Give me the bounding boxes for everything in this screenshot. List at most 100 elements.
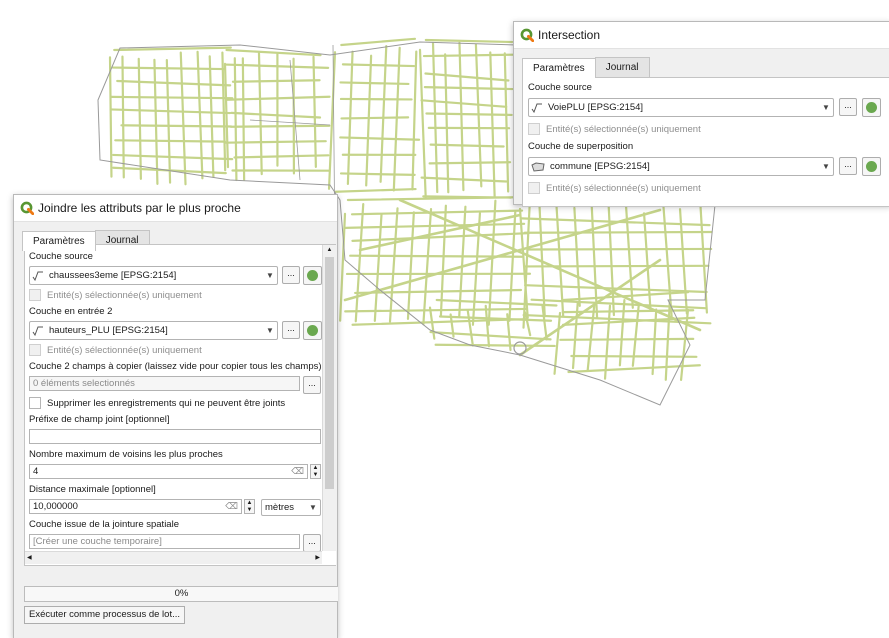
overlay-layer-value: commune [EPSG:2154] (547, 161, 819, 172)
selected-only-checkbox-2[interactable]: Entité(s) sélectionnée(s) uniquement (528, 182, 701, 194)
road-segment (345, 224, 524, 228)
neighbors-spinner[interactable]: ▲▼ (310, 464, 321, 479)
chevron-down-icon: ▼ (819, 162, 833, 171)
road-segment (459, 43, 463, 190)
prefix-input[interactable] (29, 429, 321, 444)
road-segment (115, 140, 225, 141)
road-segment (117, 81, 230, 85)
selected-only-checkbox-2[interactable]: Entité(s) sélectionnée(s) uniquement (29, 344, 202, 356)
source-browse-button[interactable]: ... (839, 98, 857, 116)
join-nearest-dialog: Joindre les attributs par le plus proche… (13, 194, 338, 638)
line-layer-icon (30, 271, 46, 281)
road-segment (341, 82, 409, 83)
road-segment (122, 57, 123, 178)
source-layer-combo[interactable]: chaussees3eme [EPSG:2154] ▼ (29, 266, 278, 285)
clear-icon[interactable]: ⌫ (291, 466, 304, 477)
road-segment (431, 332, 551, 339)
input2-browse-button[interactable]: ... (282, 321, 300, 339)
overlay-layer-combo[interactable]: commune [EPSG:2154] ▼ (528, 157, 834, 176)
batch-process-button[interactable]: Exécuter comme processus de lot... (24, 606, 185, 624)
source-layer-label: Couche source (29, 251, 93, 262)
road-segment (341, 173, 415, 174)
scroll-thumb[interactable] (325, 257, 334, 489)
road-segment (110, 57, 111, 176)
road-segment (352, 233, 528, 241)
road-segment (234, 155, 328, 157)
overlay-iterate-button[interactable] (862, 157, 881, 176)
road-segment (681, 310, 688, 380)
road-segment (381, 46, 387, 182)
avenue-segment (360, 215, 520, 250)
output-placeholder: [Créer une couche temporaire] (33, 536, 162, 547)
tab-journal[interactable]: Journal (595, 57, 650, 77)
road-segment (529, 249, 711, 250)
road-segment (425, 74, 508, 81)
overlay-browse-button[interactable]: ... (839, 157, 857, 175)
selected-only-checkbox-1[interactable]: Entité(s) sélectionnée(s) uniquement (29, 289, 202, 301)
distance-value: 10,000000 (33, 501, 78, 512)
horizontal-scrollbar[interactable]: ◀ ▶ (25, 551, 322, 564)
tab-parametres[interactable]: Paramètres (22, 231, 96, 251)
qgis-logo-icon (520, 28, 534, 42)
overlay-layer-label: Couche de superposition (528, 141, 633, 152)
chevron-down-icon: ▼ (263, 271, 277, 280)
road-segment (666, 302, 670, 380)
road-segment (314, 57, 316, 167)
road-segment (420, 50, 426, 198)
neighbors-value: 4 (33, 466, 38, 477)
refresh-icon (866, 102, 877, 113)
clear-icon[interactable]: ⌫ (225, 501, 238, 512)
neighbors-input[interactable]: 4 ⌫ (29, 464, 308, 479)
road-segment (473, 213, 480, 325)
input2-combo[interactable]: hauteurs_PLU [EPSG:2154] ▼ (29, 321, 278, 340)
road-segment (345, 309, 526, 311)
refresh-icon (307, 325, 318, 336)
roundabout (514, 342, 526, 354)
road-segment (342, 117, 409, 118)
source-browse-button[interactable]: ... (282, 266, 300, 284)
road-segment (366, 56, 371, 186)
road-segment (555, 313, 560, 374)
road-segment (139, 59, 141, 179)
output-input[interactable]: [Créer une couche temporaire] (29, 534, 300, 549)
road-segment (571, 356, 696, 357)
road-segment (243, 58, 244, 179)
road-segment (525, 232, 712, 233)
distance-spinner[interactable]: ▲▼ (244, 499, 255, 514)
selected-only-label-1: Entité(s) sélectionnée(s) uniquement (546, 124, 701, 135)
road-segment (121, 125, 231, 126)
scroll-up-arrow[interactable]: ▲ (323, 245, 336, 256)
fields-input[interactable]: 0 éléments selectionnés (29, 376, 300, 391)
vertical-scrollbar[interactable]: ▲ (322, 245, 336, 551)
source-layer-value: chaussees3eme [EPSG:2154] (46, 270, 263, 281)
intersection-params-panel: Couche source VoiePLU [EPSG:2154] ▼ ... … (522, 77, 889, 207)
selected-only-label-1: Entité(s) sélectionnée(s) uniquement (47, 290, 202, 301)
output-browse-button[interactable]: ... (303, 534, 321, 552)
intersection-titlebar: Intersection (514, 22, 889, 49)
line-layer-icon (30, 326, 46, 336)
distance-label: Distance maximale [optionnel] (29, 484, 156, 495)
distance-unit-combo[interactable]: mètres ▼ (261, 499, 321, 516)
road-segment (113, 155, 232, 159)
scroll-right-arrow[interactable]: ▶ (315, 552, 320, 564)
selected-only-checkbox-1[interactable]: Entité(s) sélectionnée(s) uniquement (528, 123, 701, 135)
polygon-layer-icon (529, 162, 547, 172)
road-segment (433, 43, 437, 192)
discard-nonmatching-label: Supprimer les enregistrements qui ne peu… (47, 398, 285, 409)
road-segment (490, 52, 494, 197)
intersection-title: Intersection (538, 28, 600, 42)
distance-input[interactable]: 10,000000 ⌫ (29, 499, 242, 514)
source-iterate-button[interactable] (303, 266, 322, 285)
road-segment (348, 197, 524, 200)
qgis-logo-icon (20, 201, 34, 215)
road-segment (560, 339, 693, 340)
input2-iterate-button[interactable] (303, 321, 322, 340)
source-layer-combo[interactable]: VoiePLU [EPSG:2154] ▼ (528, 98, 834, 117)
scroll-left-arrow[interactable]: ◀ (27, 552, 32, 564)
discard-nonmatching-checkbox[interactable]: Supprimer les enregistrements qui ne peu… (29, 397, 285, 409)
fields-browse-button[interactable]: ... (303, 376, 321, 394)
tab-parametres[interactable]: Paramètres (522, 58, 596, 78)
source-iterate-button[interactable] (862, 98, 881, 117)
road-segment (167, 60, 170, 183)
road-segment (231, 113, 320, 118)
